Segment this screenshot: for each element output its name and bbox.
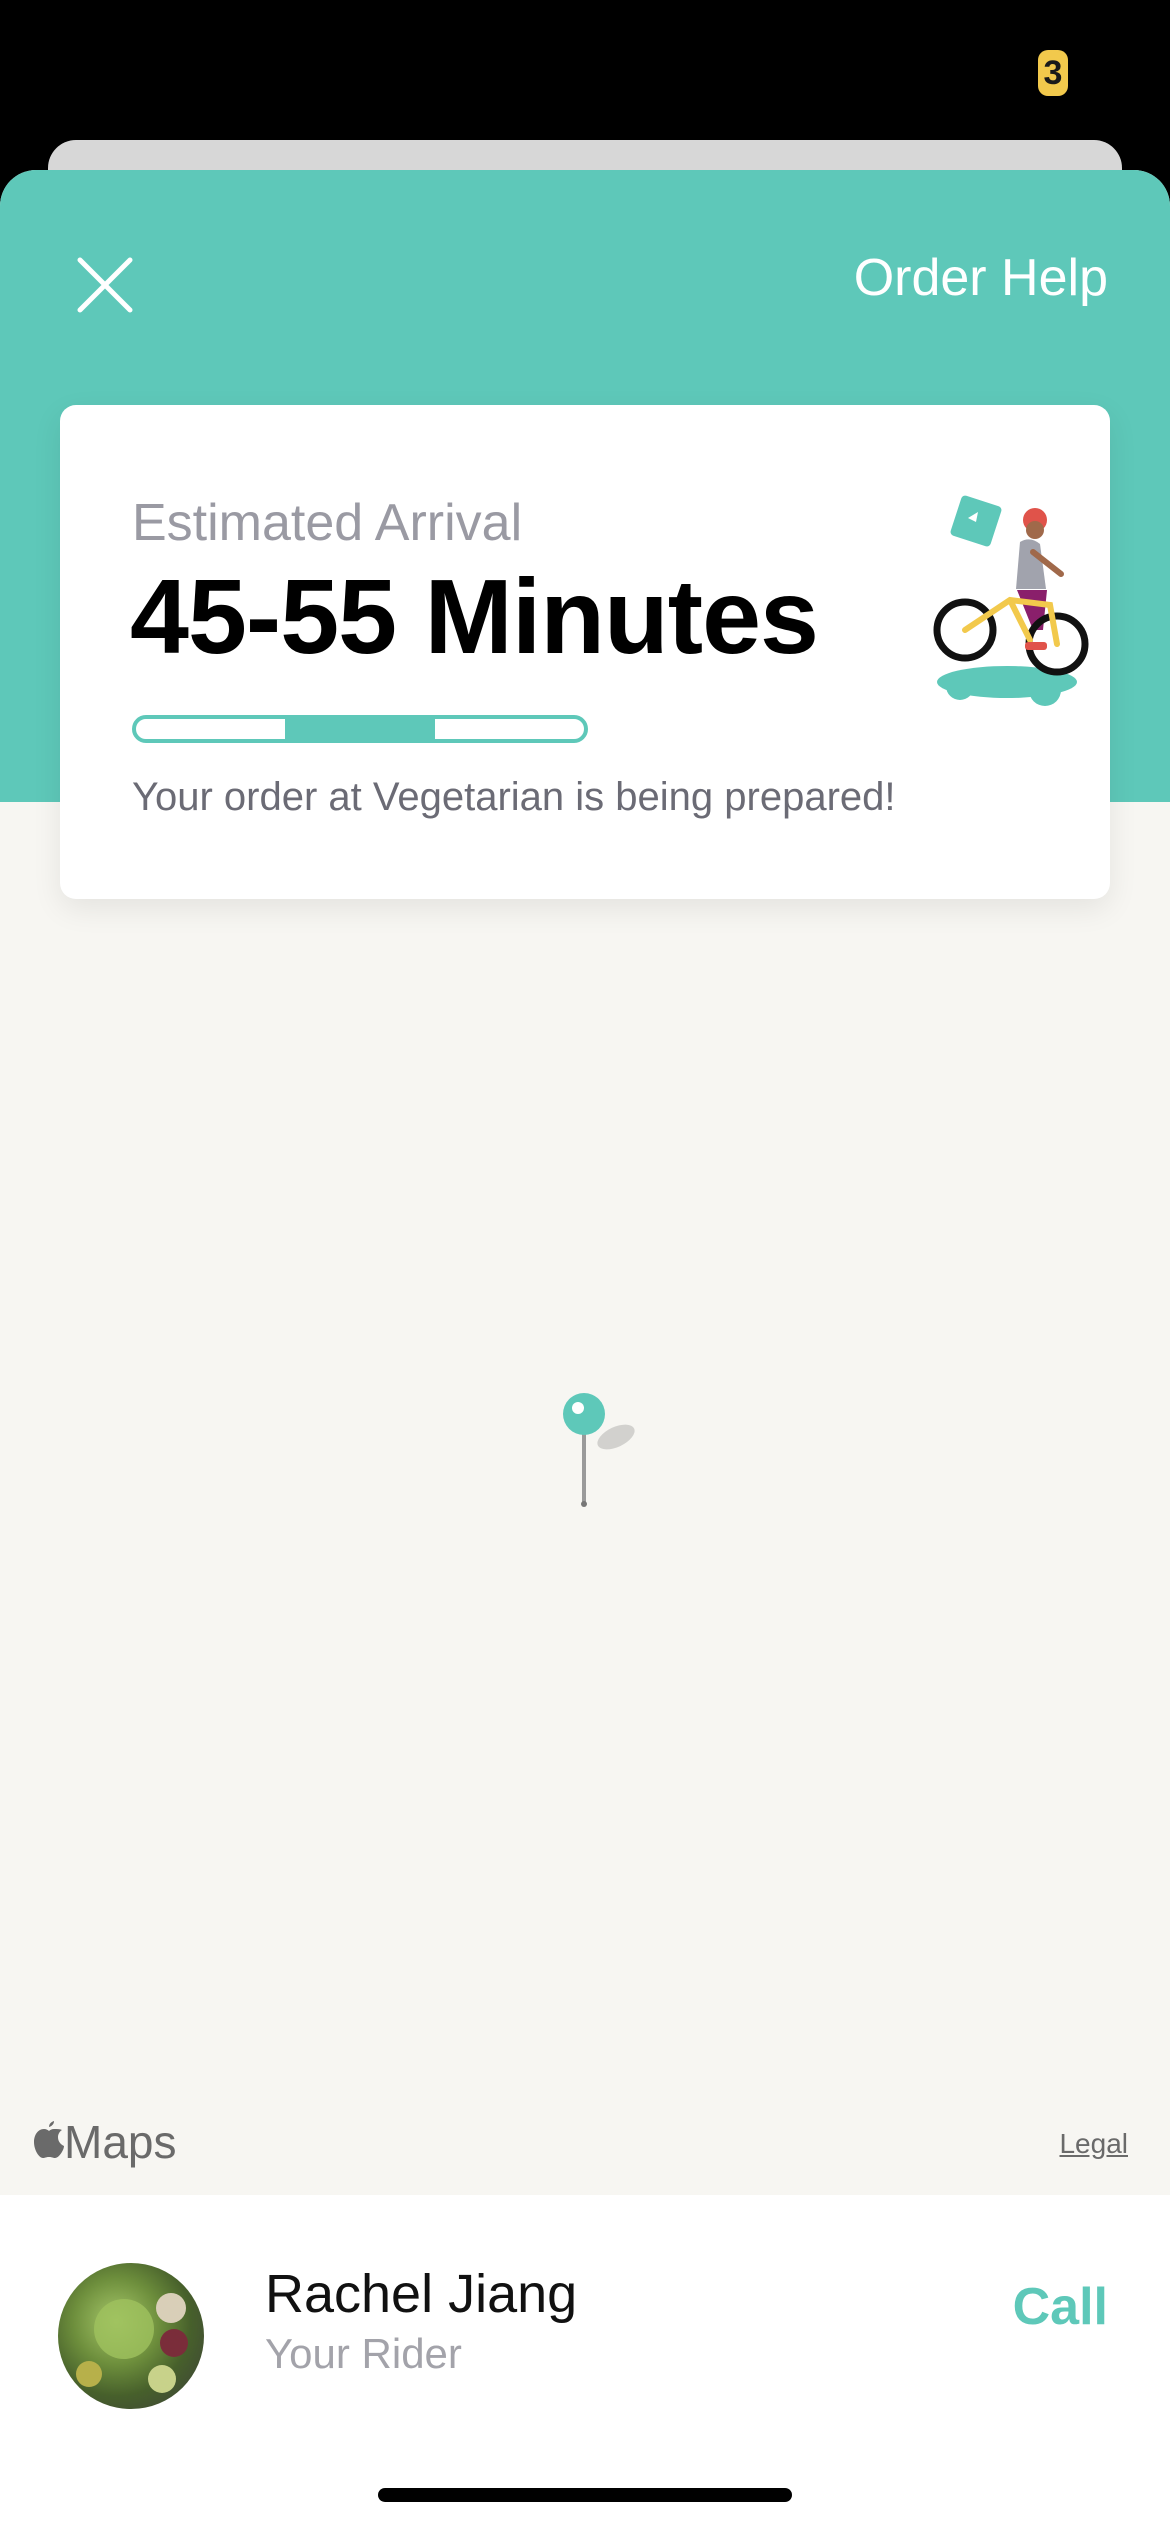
order-progress-bar (132, 715, 588, 743)
apple-icon (34, 2121, 64, 2158)
eta-card: Estimated Arrival 45-55 Minutes Your ord… (60, 405, 1110, 899)
call-button[interactable]: Call (1013, 2277, 1108, 2337)
order-help-link[interactable]: Order Help (854, 248, 1108, 308)
home-indicator[interactable] (378, 2488, 792, 2502)
order-status-message: Your order at Vegetarian is being prepar… (132, 775, 896, 819)
rider-illustration (933, 495, 1089, 706)
map-pin-icon (563, 1393, 635, 1507)
eta-label: Estimated Arrival (132, 494, 523, 552)
rider-panel: Rachel Jiang Your Rider Call (0, 2195, 1170, 2532)
progress-active-segment (285, 719, 435, 739)
rider-role: Your Rider (265, 2330, 462, 2377)
maps-label: Maps (64, 2116, 177, 2168)
legal-link[interactable]: Legal (1059, 2128, 1128, 2160)
status-bar: 3 (0, 0, 1170, 150)
maps-attribution: Maps (30, 2115, 176, 2169)
rider-name: Rachel Jiang (265, 2264, 578, 2324)
close-button[interactable] (60, 240, 150, 330)
status-badge: 3 (1038, 50, 1068, 96)
close-icon (77, 257, 133, 313)
eta-value: 45-55 Minutes (130, 558, 819, 676)
order-tracking-sheet: Order Help Estimated Arrival 45-55 Minut… (0, 170, 1170, 2532)
avatar (58, 2263, 204, 2409)
